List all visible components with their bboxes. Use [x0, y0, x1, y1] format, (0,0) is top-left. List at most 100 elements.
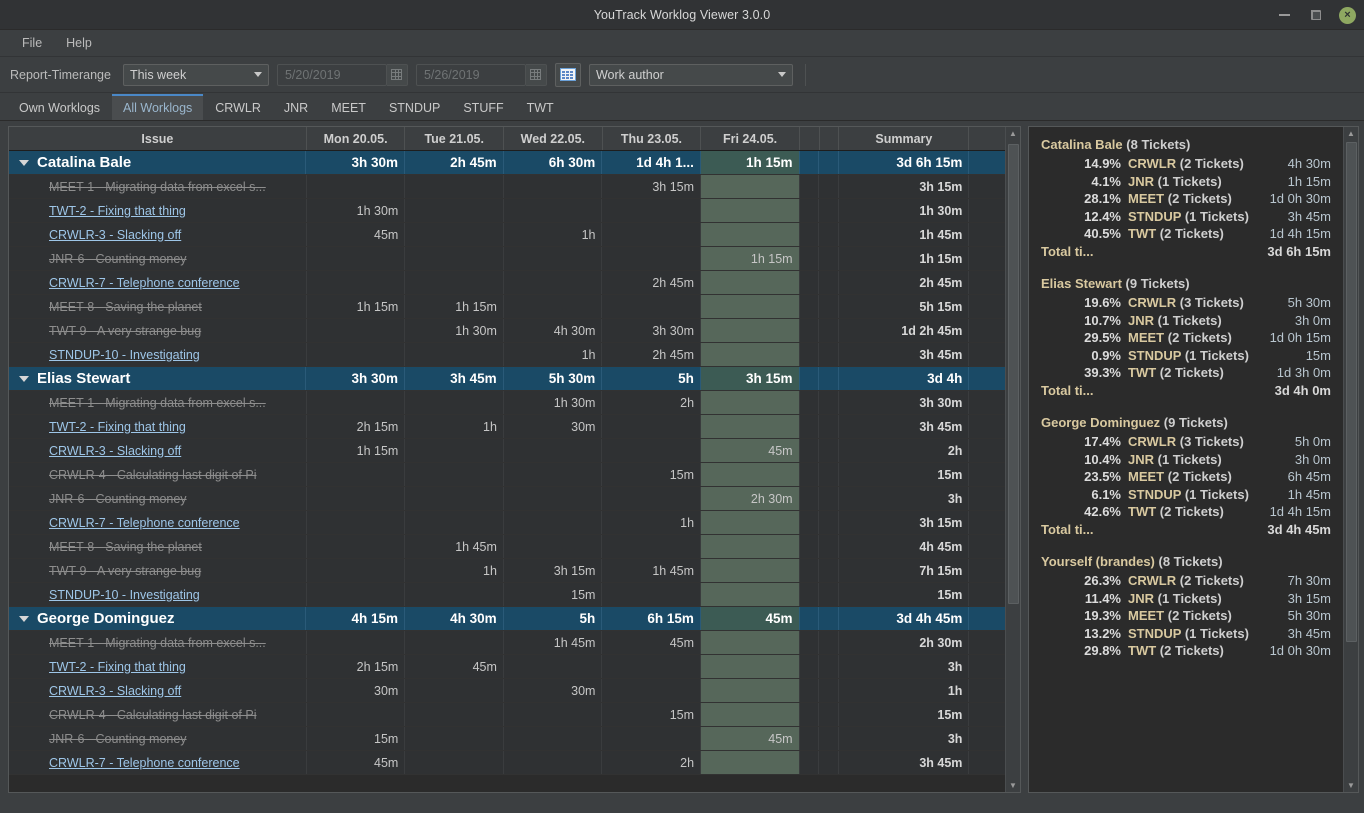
day-cell[interactable]: [819, 343, 840, 366]
day-cell[interactable]: [819, 223, 840, 246]
summary-cell[interactable]: 1h 30m: [839, 199, 970, 222]
day-cell[interactable]: [307, 319, 406, 342]
day-cell[interactable]: [819, 559, 840, 582]
day-cell[interactable]: [307, 175, 406, 198]
issue-cell[interactable]: Catalina Bale: [9, 151, 307, 174]
day-cell[interactable]: [307, 487, 406, 510]
issue-link[interactable]: JNR-6 - Counting money: [49, 732, 187, 746]
issue-cell[interactable]: MEET-1 - Migrating data from excel s...: [9, 175, 307, 198]
day-cell[interactable]: 1h 30m: [504, 391, 603, 414]
day-cell[interactable]: [800, 607, 820, 630]
issue-cell[interactable]: George Dominguez: [9, 607, 307, 630]
tab-crwlr[interactable]: CRWLR: [204, 94, 272, 120]
day-cell[interactable]: [405, 343, 504, 366]
day-cell[interactable]: [307, 511, 406, 534]
day-cell[interactable]: [701, 295, 800, 318]
day-cell[interactable]: 6h 30m: [504, 151, 603, 174]
day-cell[interactable]: 2h 15m: [307, 415, 406, 438]
day-cell[interactable]: [800, 175, 820, 198]
summary-cell[interactable]: 3d 4h 45m: [839, 607, 970, 630]
table-row[interactable]: MEET-8 - Saving the planet 1h 45m 4h 45m: [9, 535, 1005, 559]
issue-link[interactable]: TWT-9 - A very strange bug: [49, 564, 201, 578]
day-cell[interactable]: [504, 175, 603, 198]
day-cell[interactable]: [800, 727, 820, 750]
timerange-select[interactable]: This week: [122, 63, 269, 86]
table-row[interactable]: CRWLR-4 - Calculating last digit of Pi 15…: [9, 703, 1005, 727]
day-cell[interactable]: [602, 655, 702, 678]
day-cell[interactable]: [307, 247, 406, 270]
day-cell[interactable]: [819, 247, 840, 270]
menu-item-help[interactable]: Help: [56, 32, 102, 54]
day-cell[interactable]: [800, 583, 820, 606]
table-header-cell[interactable]: Thu 23.05.: [603, 127, 702, 150]
day-cell[interactable]: [701, 655, 800, 678]
day-cell[interactable]: 1h: [405, 415, 504, 438]
day-cell[interactable]: 1h 15m: [701, 247, 800, 270]
day-cell[interactable]: 2h: [602, 391, 702, 414]
day-cell[interactable]: [307, 535, 406, 558]
summary-cell[interactable]: 4h 45m: [839, 535, 970, 558]
day-cell[interactable]: 15m: [602, 703, 702, 726]
day-cell[interactable]: 5h: [602, 367, 701, 390]
day-cell[interactable]: 1h: [504, 343, 603, 366]
day-cell[interactable]: 3h 30m: [602, 319, 702, 342]
day-cell[interactable]: [819, 199, 840, 222]
day-cell[interactable]: [819, 271, 840, 294]
summary-cell[interactable]: 1h 45m: [839, 223, 970, 246]
issue-link[interactable]: CRWLR-3 - Slacking off: [49, 228, 181, 242]
day-cell[interactable]: 1h 30m: [307, 199, 406, 222]
day-cell[interactable]: [602, 247, 702, 270]
day-cell[interactable]: 2h 45m: [405, 151, 504, 174]
day-cell[interactable]: [800, 487, 820, 510]
table-header-cell[interactable]: [820, 127, 840, 150]
day-cell[interactable]: 1h 30m: [405, 319, 504, 342]
day-cell[interactable]: [405, 391, 504, 414]
day-cell[interactable]: [701, 511, 800, 534]
issue-link[interactable]: CRWLR-3 - Slacking off: [49, 684, 181, 698]
day-cell[interactable]: [701, 463, 800, 486]
summary-cell[interactable]: 3h: [839, 655, 970, 678]
summary-cell[interactable]: 3h: [839, 727, 970, 750]
day-cell[interactable]: 3h 15m: [700, 367, 800, 390]
tab-twt[interactable]: TWT: [515, 94, 565, 120]
scroll-up-icon[interactable]: ▲: [1006, 127, 1021, 140]
issue-link[interactable]: CRWLR-4 - Calculating last digit of Pi: [49, 468, 256, 482]
day-cell[interactable]: [701, 223, 800, 246]
day-cell[interactable]: [307, 343, 406, 366]
table-header-cell[interactable]: Wed 22.05.: [504, 127, 603, 150]
summary-cell[interactable]: 3h 45m: [839, 415, 970, 438]
issue-cell[interactable]: JNR-6 - Counting money: [9, 487, 307, 510]
day-cell[interactable]: [800, 295, 820, 318]
table-row[interactable]: MEET-8 - Saving the planet 1h 15m 1h 15m 5h…: [9, 295, 1005, 319]
day-cell[interactable]: [307, 463, 406, 486]
table-row[interactable]: JNR-6 - Counting money 2h 30m 3h: [9, 487, 1005, 511]
day-cell[interactable]: [602, 415, 702, 438]
day-cell[interactable]: [405, 511, 504, 534]
day-cell[interactable]: [701, 631, 800, 654]
table-header-cell[interactable]: Summary: [839, 127, 970, 150]
minimize-button[interactable]: [1275, 6, 1293, 24]
day-cell[interactable]: 1h 15m: [307, 295, 406, 318]
day-cell[interactable]: [405, 199, 504, 222]
day-cell[interactable]: [602, 535, 702, 558]
day-cell[interactable]: [800, 319, 820, 342]
summary-cell[interactable]: 15m: [839, 583, 970, 606]
issue-link[interactable]: STNDUP-10 - Investigating: [49, 588, 200, 602]
date-from-picker-button[interactable]: [386, 63, 408, 86]
summary-cell[interactable]: 3h 15m: [839, 511, 970, 534]
summary-cell[interactable]: 3h 30m: [839, 391, 970, 414]
day-cell[interactable]: 15m: [602, 463, 702, 486]
table-row[interactable]: CRWLR-7 - Telephone conference 1h 3h 15m: [9, 511, 1005, 535]
day-cell[interactable]: [819, 439, 840, 462]
day-cell[interactable]: [701, 583, 800, 606]
pane-splitter[interactable]: [1021, 126, 1028, 793]
day-cell[interactable]: [405, 271, 504, 294]
summary-cell[interactable]: 3h 45m: [839, 343, 970, 366]
issue-link[interactable]: CRWLR-3 - Slacking off: [49, 444, 181, 458]
table-row[interactable]: TWT-9 - A very strange bug 1h 3h 15m 1h 45m…: [9, 559, 1005, 583]
day-cell[interactable]: [800, 511, 820, 534]
day-cell[interactable]: [819, 415, 840, 438]
day-cell[interactable]: 45m: [700, 607, 800, 630]
day-cell[interactable]: 1d 4h 1...: [602, 151, 701, 174]
date-to-input[interactable]: 5/26/2019: [415, 63, 526, 86]
